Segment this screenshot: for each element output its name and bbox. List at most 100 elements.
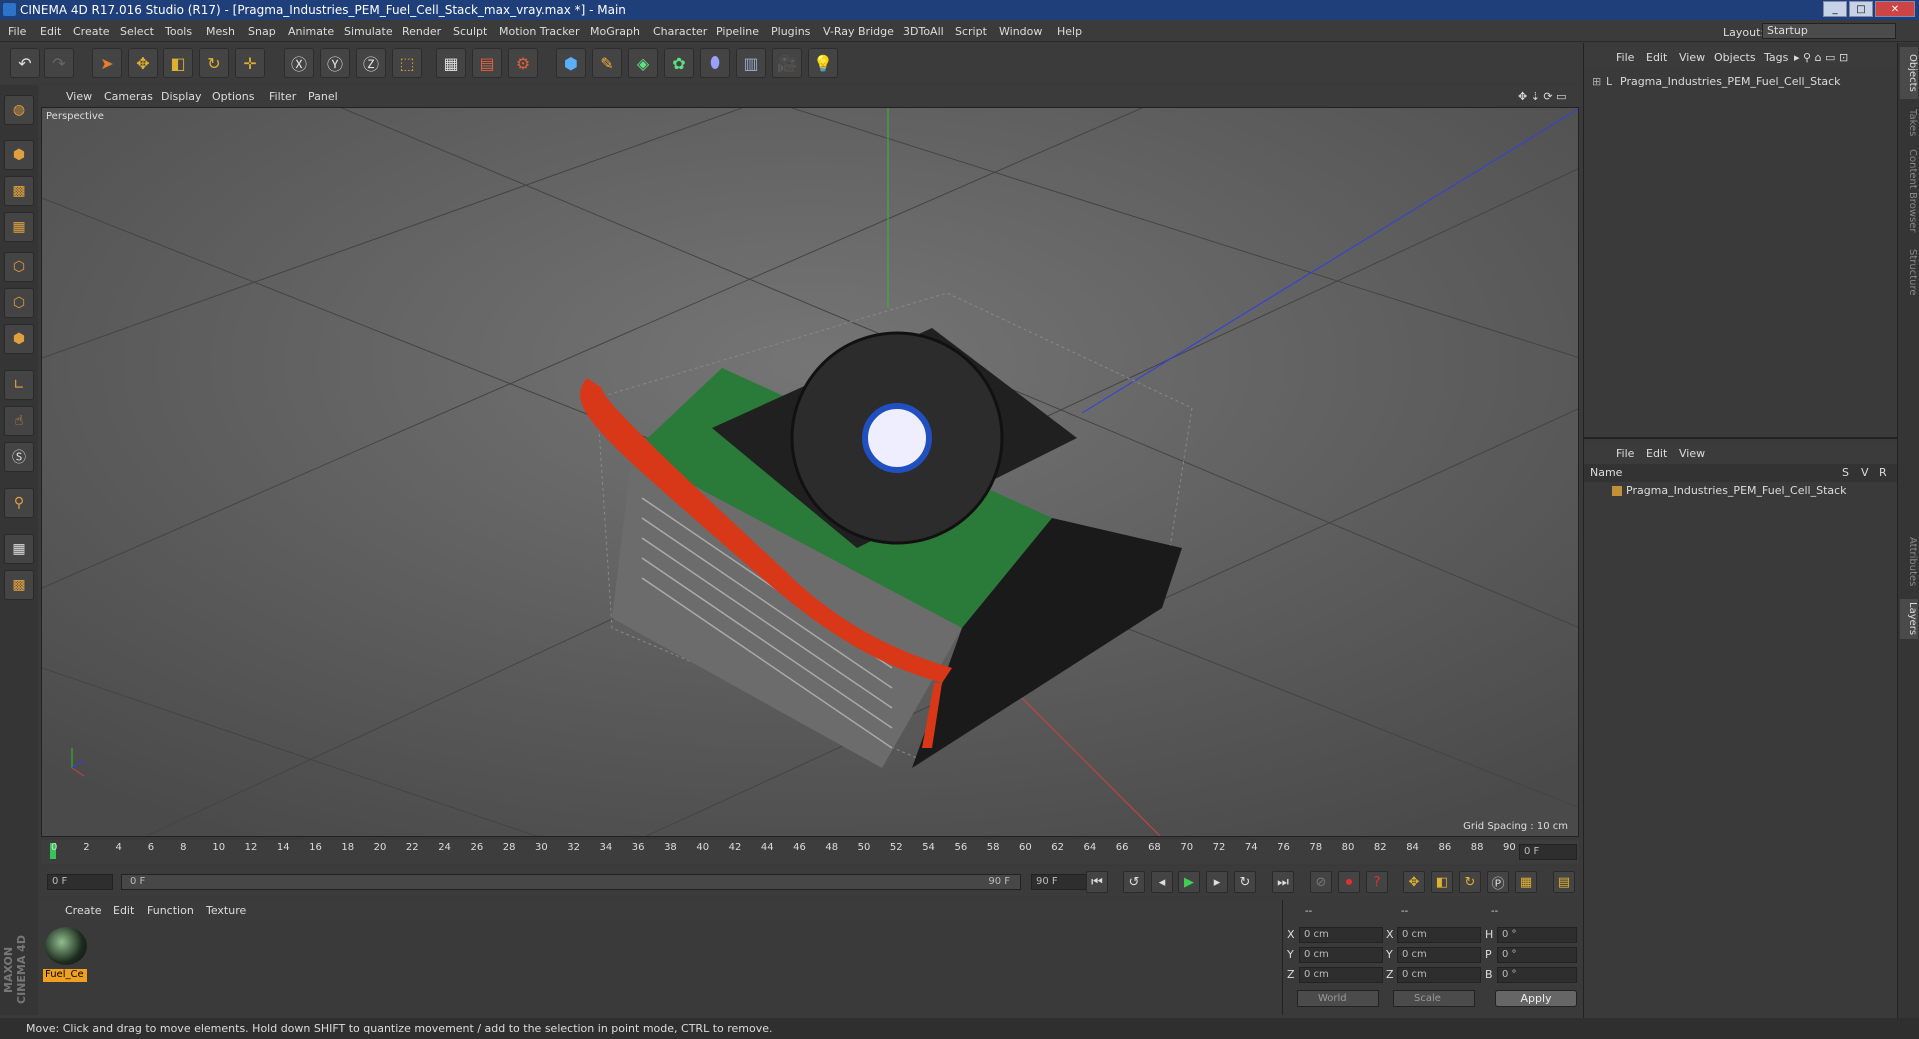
viewport-menu-panel[interactable]: Panel (308, 90, 338, 103)
scale-tool-icon[interactable]: ◧ (163, 48, 193, 78)
next-keyframe-icon[interactable]: ↻ (1234, 871, 1256, 893)
start-frame-field[interactable]: 0 F (47, 874, 113, 890)
menu-create[interactable]: Create (73, 25, 110, 38)
rotation-p-field[interactable]: 0 ° (1497, 947, 1577, 963)
previous-keyframe-icon[interactable]: ↺ (1123, 871, 1145, 893)
go-to-end-icon[interactable]: ⏭ (1272, 871, 1294, 893)
light-icon[interactable]: 💡 (808, 48, 838, 78)
play-icon[interactable]: ▶ (1178, 871, 1200, 893)
key-pla-icon[interactable]: ▦ (1515, 871, 1537, 893)
timeline-ruler[interactable]: 0 2 4 6 8 10 12 14 16 18 20 22 24 26 28 30 32 34 36 38 40 42 4… (41, 840, 1579, 864)
material-menu-create[interactable]: Create (65, 904, 102, 917)
x-axis-lock-icon[interactable]: Ⓧ (284, 48, 314, 78)
go-to-start-icon[interactable]: ⏮ (1086, 871, 1108, 893)
texture-mode-icon[interactable]: ▩ (4, 176, 34, 206)
deformer-icon[interactable]: ⬮ (700, 48, 730, 78)
menu-simulate[interactable]: Simulate (344, 25, 393, 38)
z-axis-lock-icon[interactable]: Ⓩ (356, 48, 386, 78)
material-preview-sphere[interactable] (45, 927, 87, 965)
points-mode-icon[interactable]: ⬡ (4, 252, 34, 282)
layers-menu-edit[interactable]: Edit (1646, 447, 1667, 460)
expand-icon[interactable]: ⊞ (1592, 73, 1601, 91)
minimize-button[interactable]: _ (1823, 1, 1847, 17)
viewport-menu-options[interactable]: Options (212, 90, 254, 103)
menu-mesh[interactable]: Mesh (206, 25, 235, 38)
menu-pipeline[interactable]: Pipeline (716, 25, 759, 38)
key-param-icon[interactable]: Ⓟ (1487, 871, 1509, 893)
rotation-b-field[interactable]: 0 ° (1497, 967, 1577, 983)
objects-menu-file[interactable]: File (1616, 51, 1634, 64)
viewport-menu-cameras[interactable]: Cameras (104, 90, 153, 103)
menu-window[interactable]: Window (999, 25, 1042, 38)
menu-3dtoall[interactable]: 3DToAll (903, 25, 944, 38)
tab-layers[interactable]: Layers (1900, 599, 1918, 639)
viewport-nav-icons[interactable]: ✥ ⇣ ⟳ ▭ (1518, 90, 1567, 103)
workplane-mode-icon[interactable]: ▦ (4, 212, 34, 242)
position-z-field[interactable]: 0 cm (1299, 967, 1383, 983)
autokey-icon[interactable]: ? (1366, 871, 1388, 893)
objects-menu-edit[interactable]: Edit (1646, 51, 1667, 64)
model-mode-icon[interactable]: ⬢ (4, 140, 34, 170)
render-view-icon[interactable]: ▦ (436, 48, 466, 78)
size-z-field[interactable]: 0 cm (1397, 967, 1481, 983)
material-menu-edit[interactable]: Edit (113, 904, 134, 917)
menu-edit[interactable]: Edit (40, 25, 61, 38)
rotate-tool-icon[interactable]: ↻ (199, 48, 229, 78)
make-editable-icon[interactable]: ◍ (4, 95, 34, 125)
key-position-icon[interactable]: ✥ (1403, 871, 1425, 893)
menu-help[interactable]: Help (1057, 25, 1082, 38)
record-keys-icon[interactable]: ⏺ (1338, 871, 1360, 893)
menu-render[interactable]: Render (402, 25, 441, 38)
tab-content-browser[interactable]: Content Browser (1900, 147, 1918, 235)
layers-menu-view[interactable]: View (1679, 447, 1705, 460)
layer-row[interactable]: Pragma_Industries_PEM_Fuel_Cell_Stack (1584, 482, 1897, 500)
menu-tools[interactable]: Tools (165, 25, 192, 38)
key-rotation-icon[interactable]: ↻ (1459, 871, 1481, 893)
layers-menu-file[interactable]: File (1616, 447, 1634, 460)
next-frame-icon[interactable]: ▸ (1206, 871, 1228, 893)
viewport-perspective[interactable]: Perspective Grid Spacing : 10 cm (41, 107, 1579, 837)
layout-select[interactable]: Startup (1762, 23, 1896, 39)
objects-menu-tags[interactable]: Tags (1764, 51, 1788, 64)
position-x-field[interactable]: 0 cm (1299, 927, 1383, 943)
viewport-menu-display[interactable]: Display (161, 90, 202, 103)
floor-icon[interactable]: ▥ (736, 48, 766, 78)
live-select-icon[interactable]: ✛ (235, 48, 265, 78)
rotation-h-field[interactable]: 0 ° (1497, 927, 1577, 943)
record-disabled-icon[interactable]: ⊘ (1310, 871, 1332, 893)
cube-primitive-icon[interactable]: ⬢ (556, 48, 586, 78)
polygons-mode-icon[interactable]: ⬢ (4, 324, 34, 354)
render-settings-icon[interactable]: ⚙ (508, 48, 538, 78)
current-frame-field[interactable]: 0 F (1519, 844, 1577, 860)
coordinate-space-dropdown[interactable]: World (1297, 990, 1379, 1007)
material-label[interactable]: Fuel_Ce (43, 969, 87, 982)
axis-mode-icon[interactable]: ∟ (4, 370, 34, 400)
objects-menu-objects[interactable]: Objects (1714, 51, 1756, 64)
size-x-field[interactable]: 0 cm (1397, 927, 1481, 943)
select-cursor-icon[interactable]: ➤ (92, 48, 122, 78)
tab-attributes[interactable]: Attributes (1900, 533, 1918, 591)
move-tool-icon[interactable]: ✥ (128, 48, 158, 78)
menu-script[interactable]: Script (955, 25, 987, 38)
frame-range-slider[interactable]: 0 F 90 F (121, 874, 1021, 890)
object-tree-row[interactable]: ⊞ L Pragma_Industries_PEM_Fuel_Cell_Stac… (1584, 73, 1897, 91)
menu-snap[interactable]: Snap (248, 25, 276, 38)
material-menu-function[interactable]: Function (147, 904, 194, 917)
tab-structure[interactable]: Structure (1900, 243, 1918, 301)
material-menu-texture[interactable]: Texture (206, 904, 246, 917)
snap-icon[interactable]: Ⓢ (4, 442, 34, 472)
menu-select[interactable]: Select (120, 25, 154, 38)
y-axis-lock-icon[interactable]: Ⓨ (320, 48, 350, 78)
cloner-icon[interactable]: ✿ (664, 48, 694, 78)
menu-animate[interactable]: Animate (288, 25, 334, 38)
redo-icon[interactable]: ↷ (44, 48, 74, 78)
objects-menu-view[interactable]: View (1679, 51, 1705, 64)
viewport-menu-view[interactable]: View (66, 90, 92, 103)
objects-panel-tools-icons[interactable]: ▸ ⚲ ⌂ ▭ ⊡ (1794, 51, 1848, 64)
workplane-lock-icon[interactable]: ▦ (4, 534, 34, 564)
locked-workplane-icon[interactable]: ▩ (4, 570, 34, 600)
edges-mode-icon[interactable]: ⬡ (4, 288, 34, 318)
menu-motion-tracker[interactable]: Motion Tracker (499, 25, 579, 38)
previous-frame-icon[interactable]: ◂ (1151, 871, 1173, 893)
coordinate-mode-dropdown[interactable]: Scale (1393, 990, 1475, 1007)
